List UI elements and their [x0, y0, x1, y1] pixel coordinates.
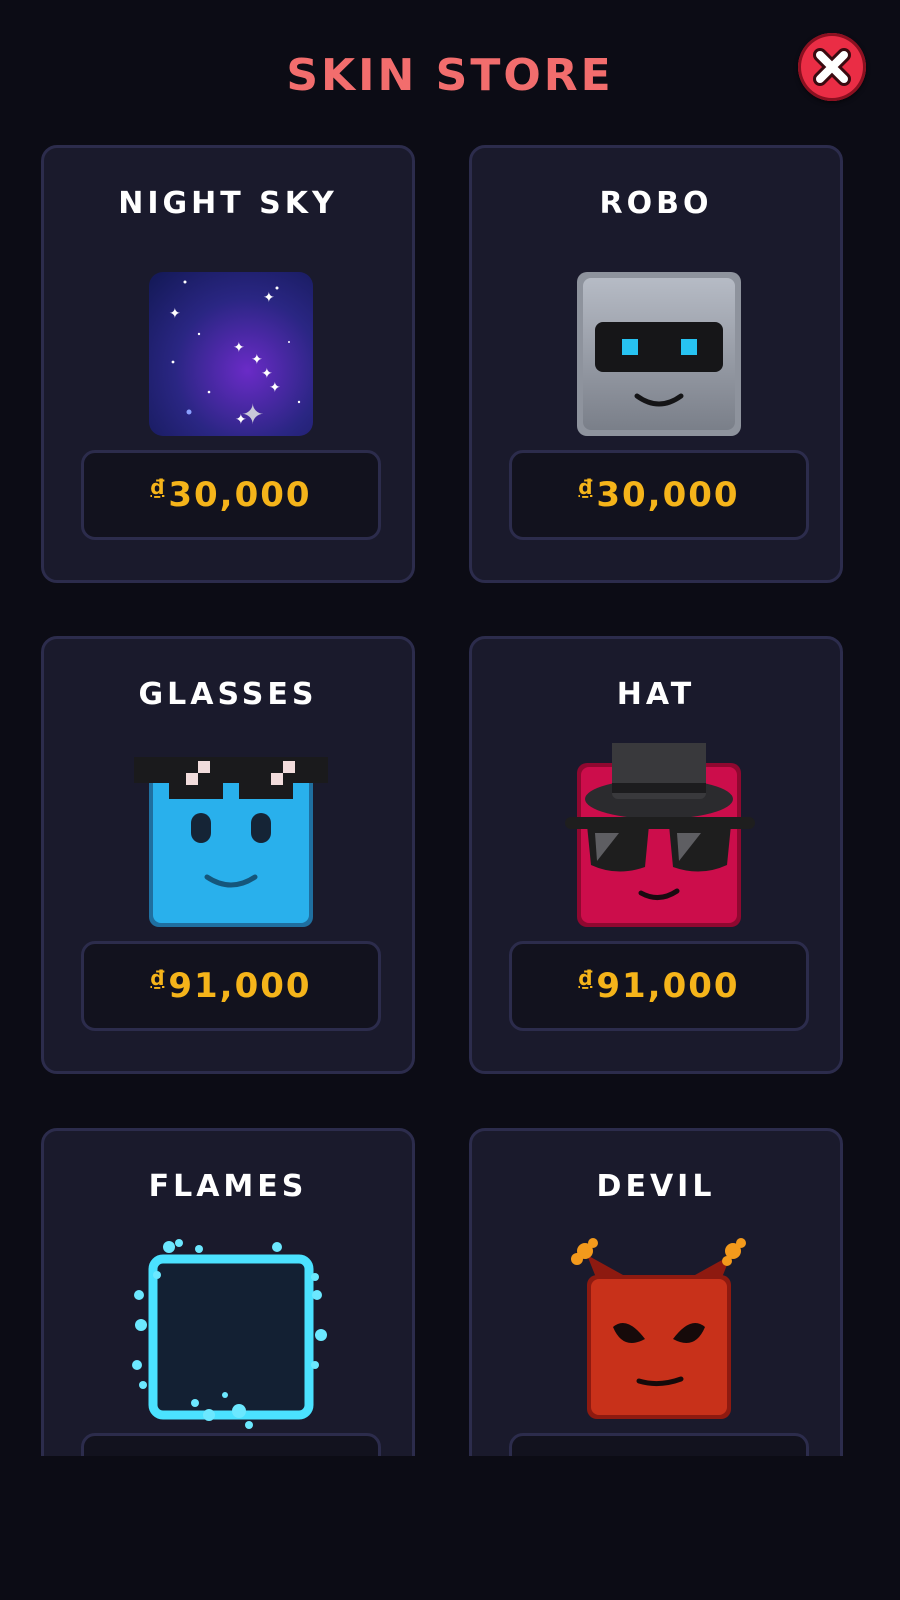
price-button[interactable] — [509, 1433, 809, 1456]
skin-name: FLAMES — [148, 1169, 308, 1204]
price-button[interactable]: ₫ 30,000 — [509, 450, 809, 540]
page-title: SKIN STORE — [286, 50, 614, 101]
currency-symbol: ₫ — [150, 966, 165, 990]
skin-card-hat[interactable]: HAT ₫ 91,000 — [469, 636, 843, 1074]
svg-text:✦: ✦ — [269, 380, 281, 396]
robo-skin-icon — [577, 272, 741, 436]
skin-card-flames[interactable]: FLAMES — [41, 1128, 415, 1456]
glasses-skin-icon — [134, 757, 328, 927]
close-button[interactable] — [798, 33, 866, 101]
svg-text:✦: ✦ — [233, 340, 245, 356]
price-amount: 30,000 — [596, 475, 740, 515]
price-amount: 91,000 — [596, 966, 740, 1006]
close-icon — [813, 48, 851, 86]
price-amount: 91,000 — [168, 966, 312, 1006]
price-button[interactable] — [81, 1433, 381, 1456]
skin-card-glasses[interactable]: GLASSES ₫ 91,000 — [41, 636, 415, 1074]
skin-name: ROBO — [599, 186, 713, 221]
currency-symbol: ₫ — [578, 966, 593, 990]
price-button[interactable]: ₫ 91,000 — [81, 941, 381, 1031]
price-amount: 30,000 — [168, 475, 312, 515]
svg-text:✦: ✦ — [263, 290, 275, 306]
skin-card-robo[interactable]: ROBO ₫ 30,000 — [469, 145, 843, 583]
skin-name: NIGHT SKY — [118, 186, 338, 221]
skin-card-night-sky[interactable]: NIGHT SKY ✦ ✦ ✦ ✦ ✦ ✦ ✦ ✦ ₫ 30,000 — [41, 145, 415, 583]
hat-skin-icon — [565, 743, 755, 927]
night-sky-skin-icon: ✦✦✦ ✦✦✦ ✦ ✦ — [149, 272, 313, 436]
currency-symbol: ₫ — [578, 475, 593, 499]
skin-name: GLASSES — [138, 677, 318, 712]
svg-text:✦: ✦ — [241, 398, 264, 431]
skin-card-devil[interactable]: DEVIL — [469, 1128, 843, 1456]
skin-name: HAT — [616, 677, 696, 712]
devil-skin-icon — [571, 1238, 746, 1419]
skin-grid[interactable]: NIGHT SKY ✦ ✦ ✦ ✦ ✦ ✦ ✦ ✦ ₫ 30,000 ROBO … — [0, 120, 900, 1456]
price-button[interactable]: ₫ 30,000 — [81, 450, 381, 540]
price-button[interactable]: ₫ 91,000 — [509, 941, 809, 1031]
svg-text:✦: ✦ — [169, 306, 181, 322]
currency-symbol: ₫ — [150, 475, 165, 499]
skin-name: DEVIL — [596, 1169, 716, 1204]
flames-skin-icon — [132, 1239, 327, 1429]
